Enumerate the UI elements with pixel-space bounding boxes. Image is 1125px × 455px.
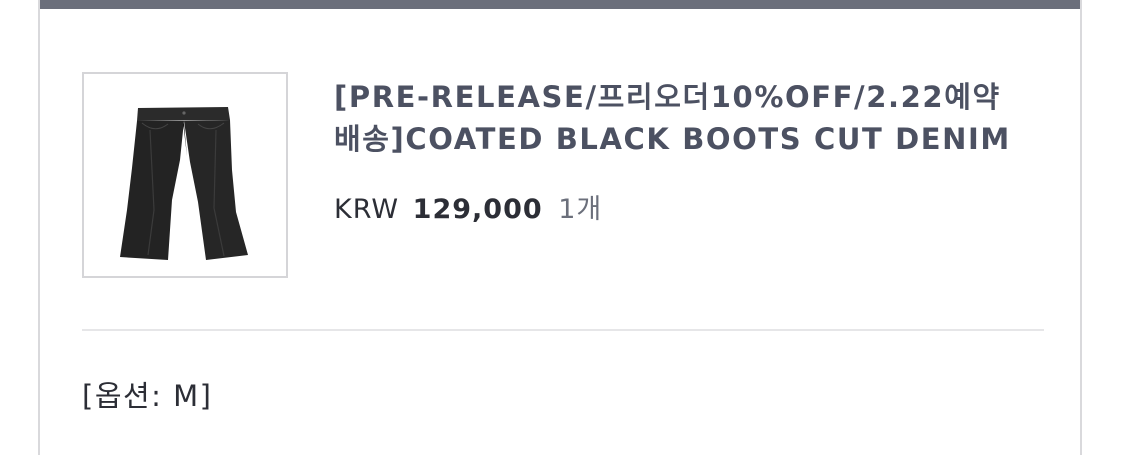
divider (82, 329, 1044, 331)
order-item-page: [PRE-RELEASE/프리오더10%OFF/2.22예약배송]COATED … (0, 0, 1125, 455)
price-amount: 129,000 (412, 194, 543, 225)
price-currency: KRW (334, 194, 400, 225)
order-item-card: [PRE-RELEASE/프리오더10%OFF/2.22예약배송]COATED … (38, 0, 1082, 455)
product-title[interactable]: [PRE-RELEASE/프리오더10%OFF/2.22예약배송]COATED … (334, 76, 1014, 160)
option-label: [옵션: M] (82, 379, 213, 413)
quantity-label: 1개 (558, 194, 603, 225)
card-top-bar (40, 0, 1080, 9)
black-flared-jeans-image (120, 107, 248, 260)
price-line: KRW 129,000 1개 (334, 192, 602, 228)
product-thumbnail[interactable] (82, 72, 288, 278)
